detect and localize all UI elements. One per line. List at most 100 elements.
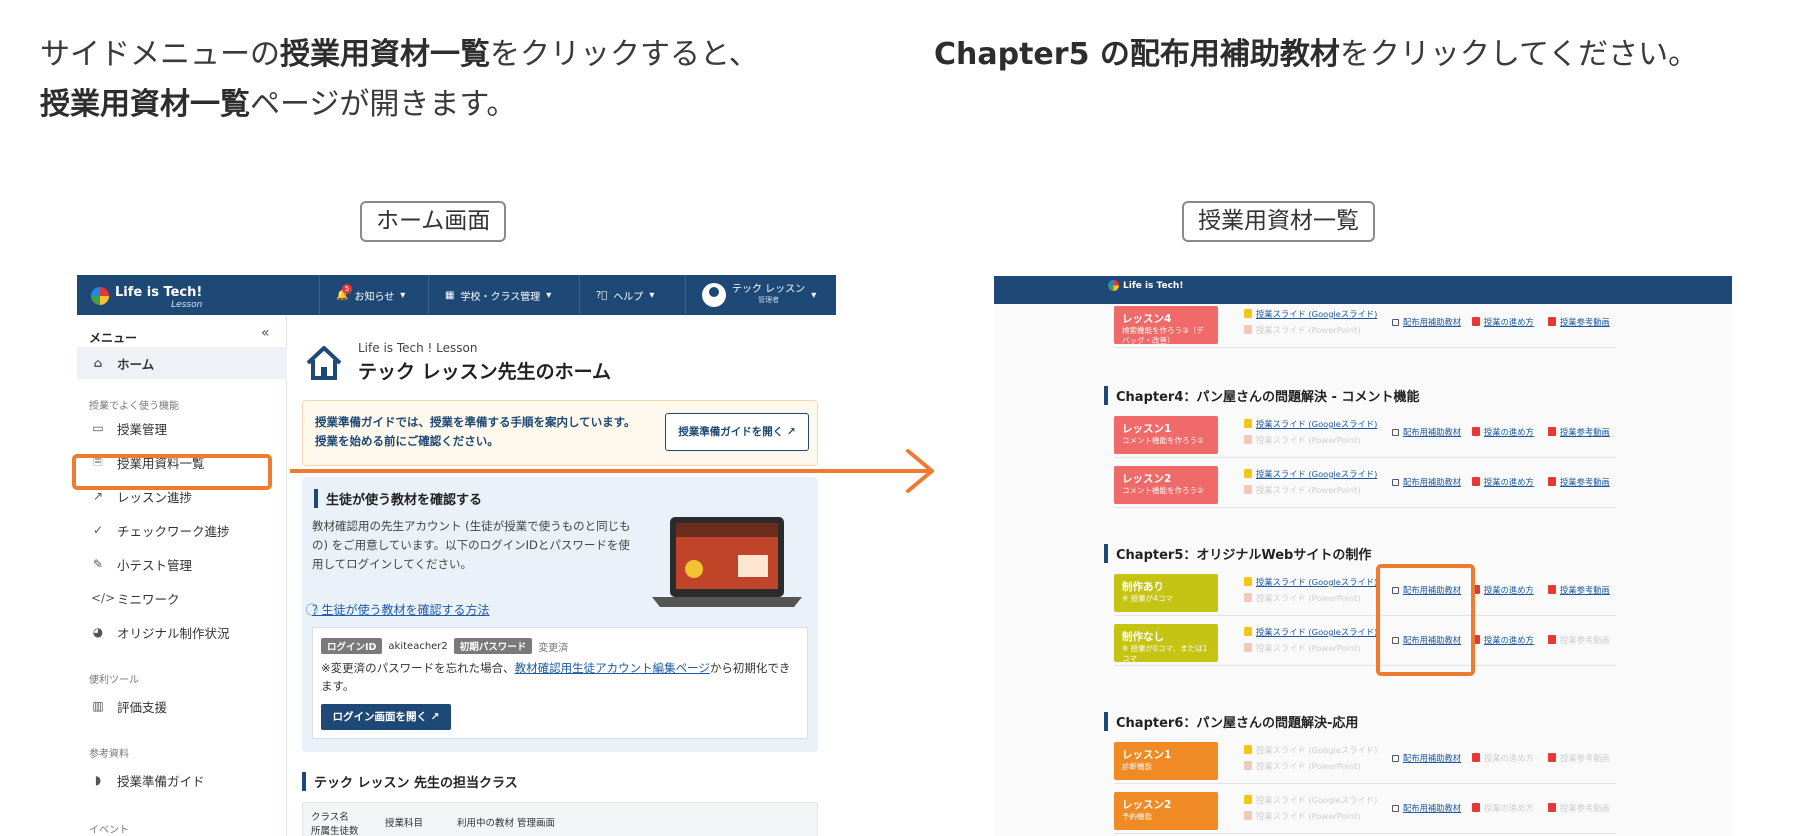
ppt-icon: [1244, 643, 1252, 652]
sidebar-item-class-management[interactable]: ▭ 授業管理: [77, 412, 287, 444]
resource-label: 授業スライド (Googleスライド): [1256, 419, 1378, 429]
code-icon: </>: [91, 591, 116, 605]
sidebar-item-quiz-management[interactable]: ✎ 小テスト管理: [77, 548, 287, 580]
google-slide-link[interactable]: 授業スライド (Googleスライド): [1244, 468, 1377, 480]
video-link[interactable]: 授業参考動画: [1548, 584, 1610, 596]
slide-icon: [1244, 745, 1252, 754]
student-materials-panel: 生徒が使う教材を確認する 教材確認用の先生アカウント (生徒が授業で使うものと同…: [302, 477, 818, 752]
google-slide-link[interactable]: 授業スライド (Googleスライド): [1244, 308, 1377, 320]
building-icon: ▦: [445, 289, 455, 301]
sidebar-item-home[interactable]: ⌂ ホーム: [77, 347, 287, 379]
slide-icon: [1244, 419, 1252, 428]
guide-link: 授業の進め方: [1472, 752, 1534, 764]
instruction-text: をクリックすると、: [490, 37, 759, 72]
handout-link[interactable]: 配布用補助教材: [1392, 476, 1461, 488]
video-link[interactable]: 授業参考動画: [1548, 426, 1610, 438]
sidebar-item-prep-guide[interactable]: ◗ 授業準備ガイド: [77, 764, 287, 796]
nav-school-class[interactable]: ▦ 学校・クラス管理 ▾: [428, 275, 578, 315]
google-slide-link[interactable]: 授業スライド (Googleスライド): [1244, 418, 1377, 430]
logo-mark-icon: [91, 286, 109, 305]
handout-link[interactable]: 配布用補助教材: [1392, 426, 1461, 438]
guide-link[interactable]: 授業の進め方: [1472, 316, 1534, 328]
resource-label: 授業スライド (PowerPoint): [1256, 485, 1361, 495]
logo-title: Life is Tech!: [115, 285, 203, 300]
nav-help[interactable]: ?⃝ ヘルプ ▾: [579, 275, 684, 315]
lesson-badge: レッスン1 診断機能: [1114, 742, 1218, 780]
sidebar-item-checkwork-progress[interactable]: ✓ チェックワーク進捗: [77, 514, 287, 546]
howto-link[interactable]: ?⃝ 生徒が使う教材を確認する方法: [312, 601, 490, 618]
handout-link[interactable]: 配布用補助教材: [1392, 316, 1461, 328]
resource-label: 配布用補助教材: [1403, 427, 1462, 437]
pencil-icon: ✎: [92, 557, 104, 571]
guide-link[interactable]: 授業の進め方: [1472, 584, 1534, 596]
ppt-icon: [1244, 761, 1252, 770]
google-slide-link[interactable]: 授業スライド (Googleスライド): [1244, 626, 1377, 638]
video-link: 授業参考動画: [1548, 802, 1610, 814]
materials-screenshot: Life is Tech! レッスン4 検索機能を作ろう③（デバッグ・改善） 授業ス…: [994, 276, 1732, 836]
lesson-name: レッスン1: [1122, 749, 1172, 761]
button-label: ログイン画面を開く: [332, 711, 428, 723]
handout-link[interactable]: 配布用補助教材: [1392, 752, 1461, 764]
avatar-icon: [702, 283, 726, 307]
ext-icon: [1392, 429, 1399, 436]
ext-icon: [1392, 755, 1399, 762]
resource-label: 授業参考動画: [1560, 635, 1610, 645]
yt-icon: [1548, 635, 1556, 644]
handout-link[interactable]: 配布用補助教材: [1392, 802, 1461, 814]
powerpoint-link: 授業スライド (PowerPoint): [1244, 592, 1361, 604]
sidebar-section-event: イベント: [89, 825, 129, 836]
sidebar-item-label: 授業準備ガイド: [117, 773, 205, 789]
resource-label: 配布用補助教材: [1403, 477, 1462, 487]
ppt-icon: [1244, 811, 1252, 820]
caption-home-screen: ホーム画面: [360, 201, 507, 242]
resource-label: 授業参考動画: [1560, 317, 1610, 327]
app-logo[interactable]: Life is Tech! Lesson: [91, 281, 202, 310]
nav-user-menu[interactable]: テック レッスン 管理者 ▾: [685, 275, 836, 315]
lesson-badge: 制作あり ※ 授業が4コマ: [1114, 574, 1218, 612]
nav-notifications[interactable]: 🔔 5 お知らせ ▾: [319, 275, 427, 315]
open-login-button[interactable]: ログイン画面を開く ↗: [321, 704, 451, 730]
resource-label: 授業スライド (PowerPoint): [1256, 435, 1361, 445]
resource-label: 授業スライド (PowerPoint): [1256, 811, 1361, 821]
sidebar-item-original-production[interactable]: ◕ オリジナル制作状況: [77, 616, 287, 648]
instruction-text: ページが開きます。: [250, 87, 517, 122]
sidebar-item-miniwork[interactable]: </> ミニワーク: [77, 582, 287, 614]
instruction-right: Chapter5 の配布用補助教材をクリックしてください。: [934, 30, 1814, 80]
app-logo[interactable]: Life is Tech!: [1108, 280, 1183, 291]
sidebar-item-label: チェックワーク進捗: [117, 523, 230, 539]
top-navbar: Life is Tech!: [994, 276, 1732, 304]
chevron-down-icon: ▾: [400, 289, 406, 301]
home-icon: ⌂: [93, 356, 103, 370]
lesson-badge: レッスン2 コメント機能を作ろう②: [1114, 466, 1218, 504]
password-note-text: ※変更済のパスワードを忘れた場合、: [321, 661, 515, 675]
video-link[interactable]: 授業参考動画: [1548, 476, 1610, 488]
page-title: テック レッスン先生のホーム: [358, 361, 612, 383]
video-link[interactable]: 授業参考動画: [1548, 316, 1610, 328]
external-link-icon: ↗: [786, 426, 796, 438]
help-icon: ?⃝: [596, 289, 608, 301]
sidebar-section-tools: 便利ツール: [89, 675, 139, 686]
google-slide-link: 授業スライド (Googleスライド): [1244, 794, 1377, 806]
instruction-bold: 授業用資材一覧: [40, 87, 250, 122]
external-link-icon: ↗: [430, 711, 440, 723]
guide-link[interactable]: 授業の進め方: [1472, 426, 1534, 438]
instruction-bold: 授業用資材一覧: [280, 37, 490, 72]
collapse-sidebar-icon[interactable]: «: [261, 325, 270, 341]
ppt-icon: [1244, 485, 1252, 494]
powerpoint-link: 授業スライド (PowerPoint): [1244, 642, 1361, 654]
guide-link[interactable]: 授業の進め方: [1472, 634, 1534, 646]
guide-link[interactable]: 授業の進め方: [1472, 476, 1534, 488]
edit-account-link[interactable]: 教材確認用生徒アカウント編集ページ: [515, 661, 710, 675]
table-header-subject: 授業科目: [385, 818, 424, 829]
lesson-name: レッスン4: [1122, 313, 1172, 325]
resource-label: 授業スライド (PowerPoint): [1256, 761, 1361, 771]
google-slide-link[interactable]: 授業スライド (Googleスライド): [1244, 576, 1377, 588]
resource-label: 授業スライド (Googleスライド): [1256, 795, 1378, 805]
slide-icon: [1244, 795, 1252, 804]
lesson-name: レッスン2: [1122, 799, 1172, 811]
sidebar-item-evaluation[interactable]: ▥ 評価支援: [77, 690, 287, 722]
yt-icon: [1548, 477, 1556, 486]
lesson-badge: 制作なし ※ 授業が0コマ、または1コマ: [1114, 624, 1218, 663]
sidebar-item-label: ミニワーク: [117, 591, 180, 607]
ppt-icon: [1244, 435, 1252, 444]
